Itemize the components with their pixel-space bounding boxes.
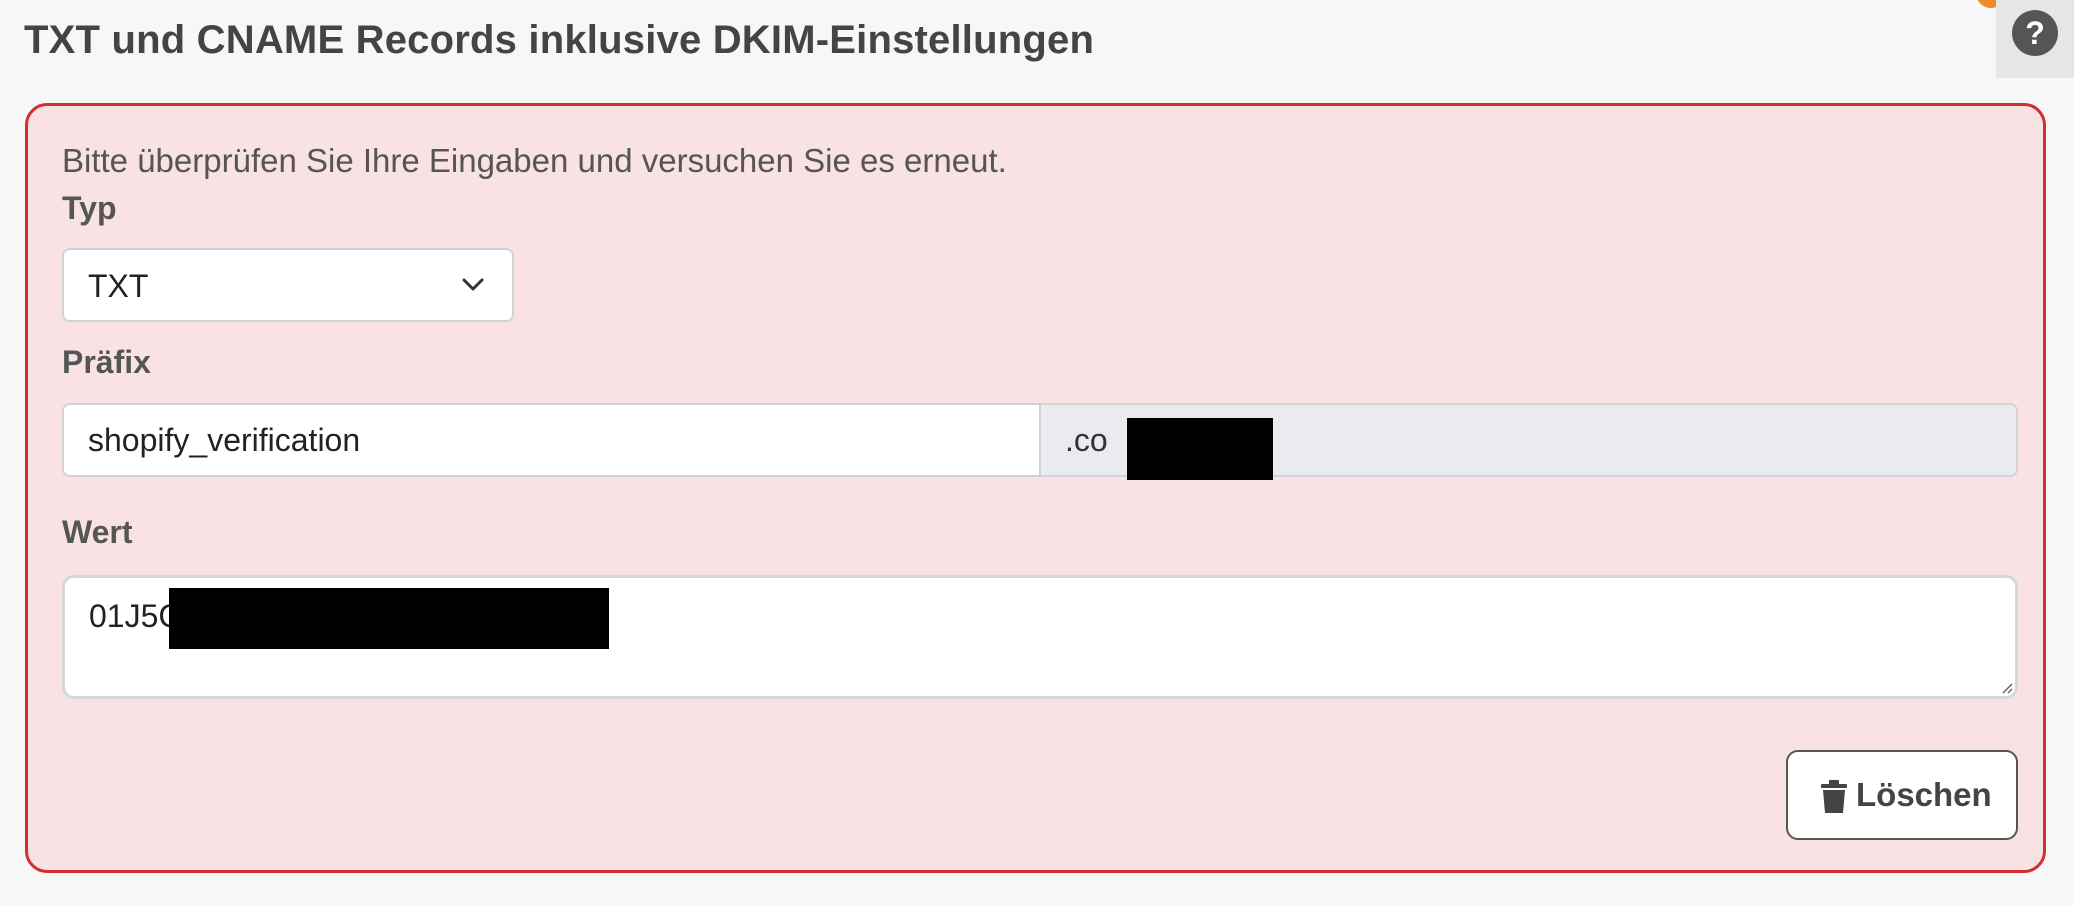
value-textarea-text: 01J5C (89, 598, 182, 634)
validation-error-message: Bitte überprüfen Sie Ihre Eingaben und v… (62, 142, 1007, 179)
prefix-label: Präfix (62, 344, 151, 380)
prefix-input-group: shopify_verification .co n.de (62, 403, 2018, 477)
prefix-input[interactable]: shopify_verification (64, 405, 1041, 475)
resize-handle-icon[interactable] (1997, 678, 2013, 694)
trash-icon (1821, 780, 1847, 813)
prefix-input-value: shopify_verification (88, 422, 361, 458)
question-icon: ? (2012, 10, 2058, 56)
delete-button[interactable]: Löschen (1786, 750, 2018, 840)
type-select[interactable]: TXT (62, 248, 514, 322)
type-label: Typ (62, 190, 117, 226)
redaction-box-value (169, 588, 609, 649)
dns-record-card: Bitte überprüfen Sie Ihre Eingaben und v… (25, 103, 2046, 873)
dns-record-page: TXT und CNAME Records inklusive DKIM-Ein… (0, 0, 2074, 906)
help-button[interactable]: ? (1996, 0, 2074, 78)
delete-button-label: Löschen (1856, 776, 1992, 813)
value-textarea[interactable]: 01J5C (62, 575, 2018, 699)
type-select-value: TXT (88, 268, 149, 304)
chevron-down-icon (462, 278, 484, 291)
value-label: Wert (62, 514, 133, 550)
redaction-box-domain (1127, 418, 1273, 480)
page-title: TXT und CNAME Records inklusive DKIM-Ein… (24, 18, 1095, 62)
